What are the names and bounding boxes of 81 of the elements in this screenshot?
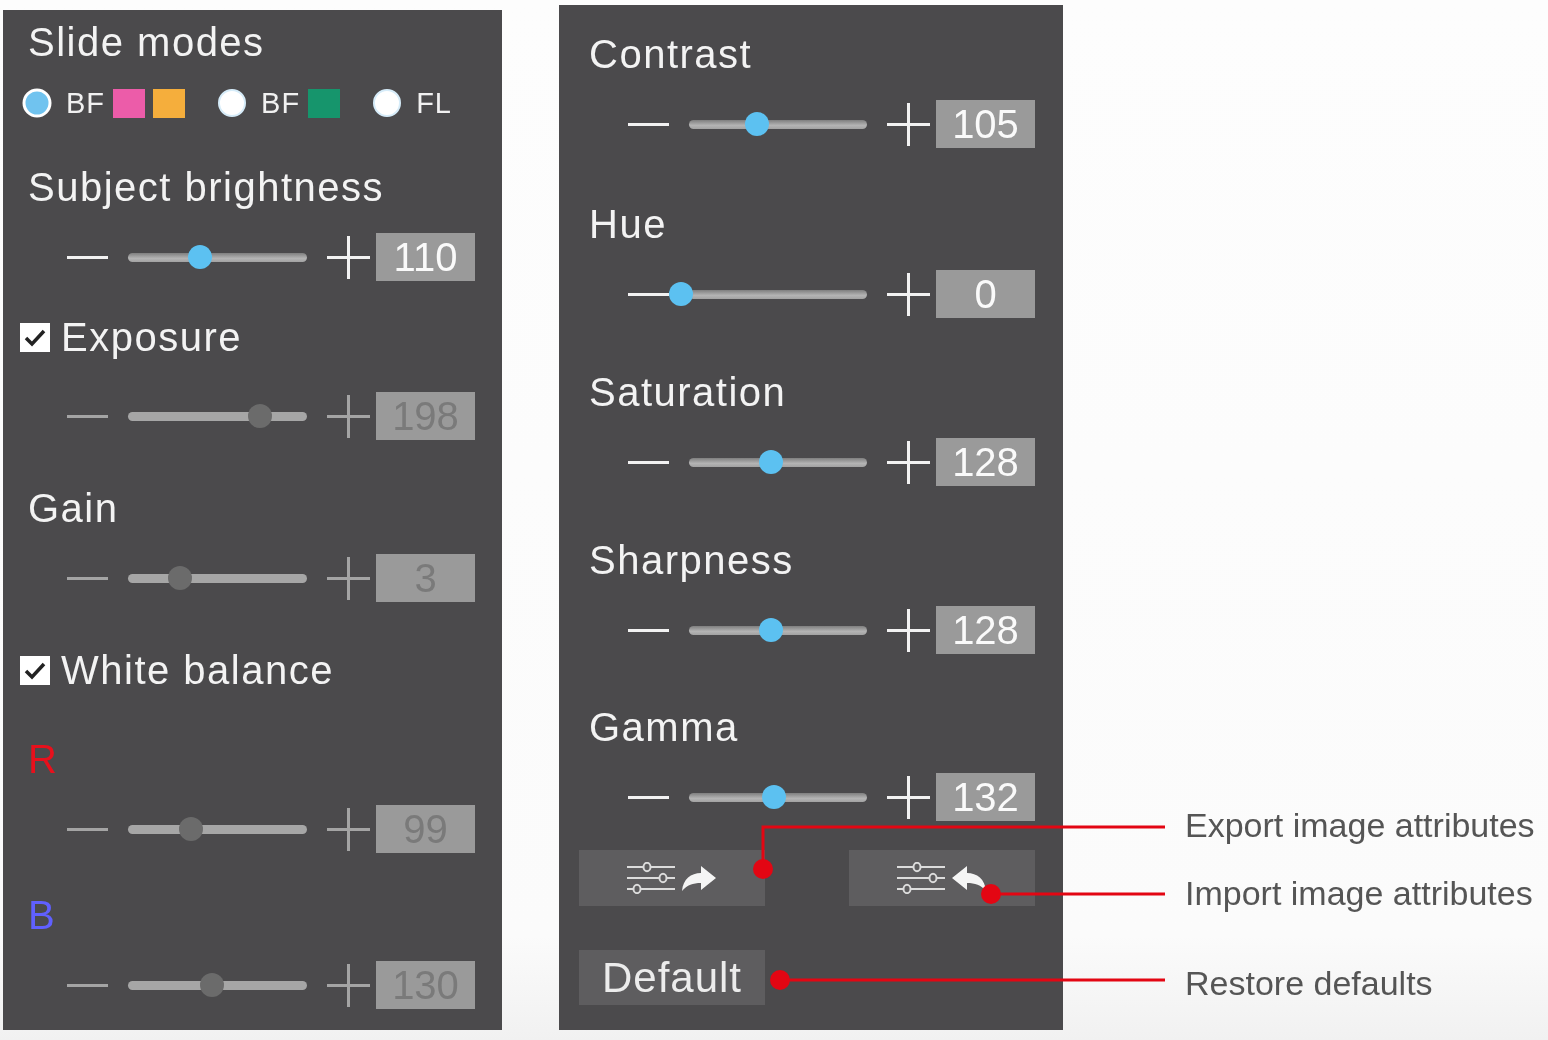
increase-button[interactable] <box>887 608 930 652</box>
increase-button[interactable] <box>887 440 930 484</box>
decrease-button[interactable] <box>67 827 108 831</box>
curved-arrow-left-icon <box>951 864 987 892</box>
increase-button[interactable] <box>327 807 370 851</box>
radio-button[interactable] <box>217 88 248 118</box>
minus-icon <box>67 576 108 580</box>
channel-label: B <box>28 892 57 939</box>
decrease-button[interactable] <box>67 414 108 418</box>
plus-icon <box>327 963 370 1007</box>
minus-icon <box>67 827 108 831</box>
plus-icon <box>327 556 370 600</box>
callout-label: Import image attributes <box>1185 873 1534 913</box>
increase-button[interactable] <box>887 272 930 316</box>
slider-thumb[interactable] <box>758 618 783 642</box>
setting-label: Gamma <box>589 704 739 751</box>
checkbox[interactable] <box>20 322 50 352</box>
callout-label: Restore defaults <box>1185 963 1434 1003</box>
slider-thumb[interactable] <box>744 112 769 136</box>
channel-label: R <box>28 736 59 783</box>
slider-thumb[interactable] <box>762 785 787 809</box>
minus-icon <box>628 628 669 632</box>
minus-icon <box>67 255 108 259</box>
plus-icon <box>327 235 370 279</box>
minus-icon <box>628 460 669 464</box>
minus-icon <box>67 983 108 987</box>
value-field[interactable]: 105 <box>936 100 1035 148</box>
value-field[interactable]: 128 <box>936 438 1035 486</box>
value-field[interactable]: 110 <box>376 233 475 281</box>
setting-label: Saturation <box>589 369 787 416</box>
value-field[interactable]: 128 <box>936 606 1035 654</box>
value-field[interactable]: 132 <box>936 773 1035 821</box>
decrease-button[interactable] <box>628 122 669 126</box>
export-button[interactable] <box>579 850 765 906</box>
plus-icon <box>887 608 930 652</box>
minus-icon <box>67 414 108 418</box>
setting-label: Subject brightness <box>28 164 385 211</box>
sliders-icon <box>627 862 675 894</box>
callout-label: Export image attributes <box>1185 805 1535 845</box>
section-title: Slide modes <box>28 19 265 66</box>
setting-label: Sharpness <box>589 537 794 584</box>
decrease-button[interactable] <box>67 255 108 259</box>
increase-button[interactable] <box>887 775 930 819</box>
decrease-button[interactable] <box>628 628 669 632</box>
setting-label: Contrast <box>589 31 753 78</box>
increase-button[interactable] <box>327 963 370 1007</box>
value-field[interactable]: 0 <box>936 270 1035 318</box>
radio-button[interactable] <box>372 88 403 118</box>
decrease-button[interactable] <box>628 460 669 464</box>
mode-label: BF <box>261 86 301 120</box>
decrease-button[interactable] <box>628 292 669 296</box>
setting-label: Exposure <box>61 314 242 361</box>
plus-icon <box>327 807 370 851</box>
setting-label: Hue <box>589 201 667 248</box>
sliders-icon <box>897 862 945 894</box>
plus-icon <box>887 775 930 819</box>
minus-icon <box>628 122 669 126</box>
plus-icon <box>327 394 370 438</box>
curved-arrow-right-icon <box>681 864 717 892</box>
setting-label: White balance <box>61 647 334 694</box>
plus-icon <box>887 102 930 146</box>
mode-label: BF <box>66 86 106 120</box>
plus-icon <box>887 440 930 484</box>
decrease-button[interactable] <box>67 576 108 580</box>
increase-button[interactable] <box>327 556 370 600</box>
slider-thumb[interactable] <box>668 282 693 306</box>
minus-icon <box>628 795 669 799</box>
setting-label: Gain <box>28 485 119 532</box>
slider-thumb[interactable] <box>758 450 783 474</box>
import-button[interactable] <box>849 850 1035 906</box>
plus-icon <box>887 272 930 316</box>
decrease-button[interactable] <box>628 795 669 799</box>
increase-button[interactable] <box>327 235 370 279</box>
minus-icon <box>628 292 669 296</box>
checkbox[interactable] <box>20 655 50 685</box>
slider-thumb[interactable] <box>187 245 212 269</box>
decrease-button[interactable] <box>67 983 108 987</box>
increase-button[interactable] <box>887 102 930 146</box>
increase-button[interactable] <box>327 394 370 438</box>
default-button[interactable]: Default <box>579 950 765 1005</box>
mode-label: FL <box>416 86 452 120</box>
